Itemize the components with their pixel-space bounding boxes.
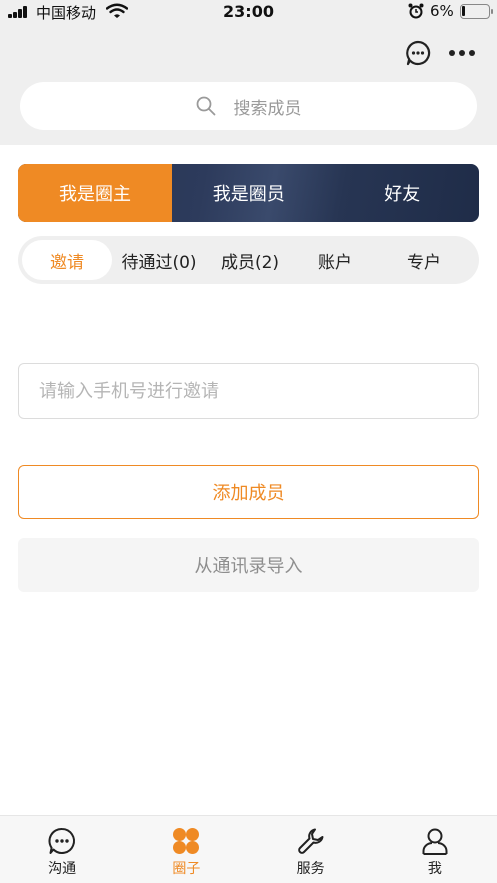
tab-invite[interactable]: 邀请 bbox=[22, 240, 112, 280]
sub-tabs: 邀请 待通过(0) 成员(2) 账户 专户 bbox=[18, 236, 479, 284]
nav-label: 我 bbox=[427, 861, 442, 877]
nav-me[interactable]: 我 bbox=[373, 816, 497, 883]
more-icon[interactable] bbox=[449, 49, 475, 57]
nav-label: 圈子 bbox=[172, 861, 201, 877]
status-bar: 中国移动 23:00 6% bbox=[0, 0, 497, 24]
person-icon bbox=[422, 828, 448, 855]
wrench-icon bbox=[297, 828, 324, 854]
phone-input[interactable] bbox=[18, 363, 479, 419]
nav-chat[interactable]: 沟通 bbox=[0, 816, 124, 883]
battery-percent: 6% bbox=[430, 2, 454, 20]
alarm-icon bbox=[408, 3, 424, 19]
nav-services[interactable]: 服务 bbox=[249, 816, 373, 883]
nav-circles[interactable]: 圈子 bbox=[124, 816, 248, 883]
chat-bubble-icon[interactable] bbox=[405, 40, 431, 66]
nav-label: 沟通 bbox=[48, 861, 77, 877]
nav-label: 服务 bbox=[296, 861, 325, 877]
search-bar[interactable]: 搜索成员 bbox=[20, 82, 477, 130]
battery-icon bbox=[460, 4, 493, 19]
search-placeholder: 搜索成员 bbox=[233, 98, 302, 119]
tab-member[interactable]: 我是圈员 bbox=[172, 164, 326, 222]
tab-members[interactable]: 成员(2) bbox=[206, 240, 294, 280]
tab-special-account[interactable]: 专户 bbox=[376, 240, 472, 280]
tab-friends[interactable]: 好友 bbox=[326, 164, 480, 222]
add-member-button[interactable]: 添加成员 bbox=[18, 465, 479, 519]
tab-account[interactable]: 账户 bbox=[294, 240, 376, 280]
tab-owner[interactable]: 我是圈主 bbox=[18, 164, 172, 222]
import-contacts-button[interactable]: 从通讯录导入 bbox=[18, 538, 479, 592]
header-area: 中国移动 23:00 6% 搜索成员 bbox=[0, 0, 497, 145]
role-tabs: 我是圈主 我是圈员 好友 bbox=[18, 164, 479, 222]
search-icon bbox=[196, 96, 215, 116]
tab-pending[interactable]: 待通过(0) bbox=[112, 240, 206, 280]
chat-icon bbox=[48, 827, 76, 854]
bottom-nav: 沟通 圈子 服务 我 bbox=[0, 815, 497, 883]
circles-icon bbox=[173, 828, 200, 854]
